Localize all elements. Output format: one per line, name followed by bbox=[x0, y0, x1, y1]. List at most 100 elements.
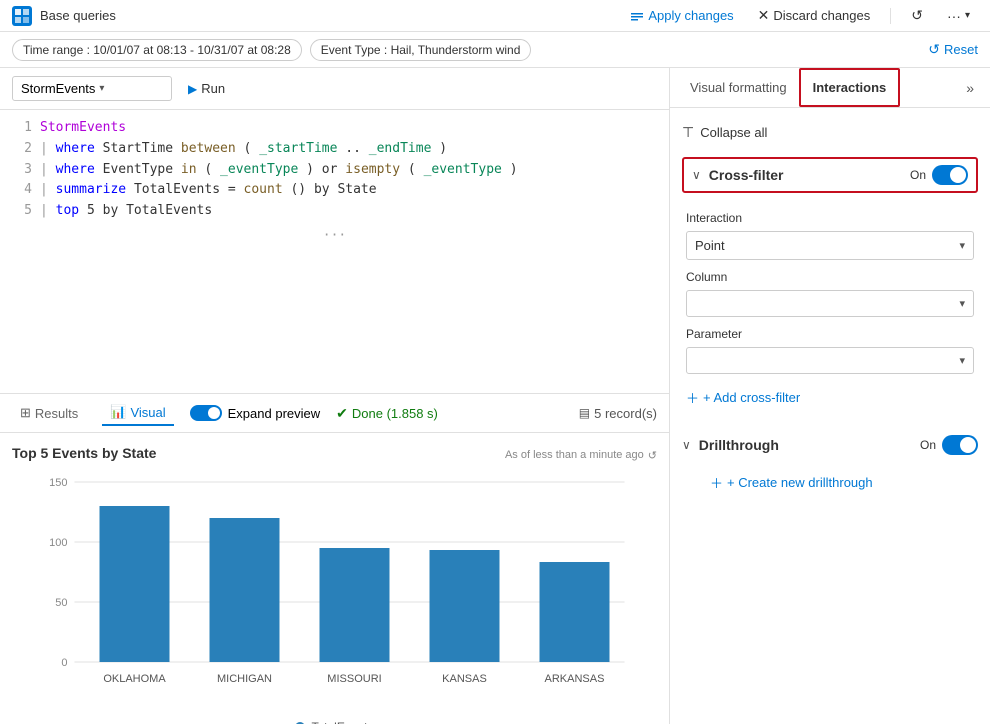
collapse-all-label: Collapse all bbox=[700, 125, 767, 140]
run-label: Run bbox=[201, 81, 225, 96]
undo-button[interactable]: ↺ bbox=[903, 3, 931, 28]
interaction-field-label: Interaction bbox=[686, 211, 974, 225]
chevron-down-icon: ▾ bbox=[959, 239, 965, 252]
reset-label: Reset bbox=[944, 42, 978, 57]
query-header: StormEvents ▾ ▶ Run bbox=[0, 68, 669, 110]
filter-bar: Time range : 10/01/07 at 08:13 - 10/31/0… bbox=[0, 32, 990, 68]
left-panel: StormEvents ▾ ▶ Run 1 StormEvents 2 | wh… bbox=[0, 68, 670, 724]
code-line-5: 5 | top 5 by TotalEvents bbox=[12, 201, 657, 222]
results-tab-label: Results bbox=[35, 406, 78, 421]
reset-icon: ↺ bbox=[928, 41, 940, 58]
cross-filter-header: ∨ Cross-filter On bbox=[682, 157, 978, 193]
code-ellipsis: ··· bbox=[12, 222, 657, 251]
parameter-field-label: Parameter bbox=[686, 327, 974, 341]
interaction-value: Point bbox=[695, 238, 959, 253]
expand-preview-label: Expand preview bbox=[228, 406, 321, 421]
more-tabs-button[interactable]: » bbox=[958, 72, 982, 104]
app-title: Base queries bbox=[40, 8, 614, 23]
cross-filter-section: ∨ Cross-filter On Interaction Point ▾ Co… bbox=[682, 157, 978, 419]
svg-text:KANSAS: KANSAS bbox=[442, 673, 487, 685]
records-icon: ▤ bbox=[579, 406, 590, 420]
svg-text:ARKANSAS: ARKANSAS bbox=[545, 673, 605, 685]
cross-filter-title: Cross-filter bbox=[709, 167, 902, 183]
plus-icon: ＋ bbox=[710, 473, 723, 492]
interaction-dropdown[interactable]: Point ▾ bbox=[686, 231, 974, 260]
chevron-down-icon: ▾ bbox=[99, 83, 104, 94]
bar-michigan[interactable] bbox=[210, 518, 280, 662]
column-field-label: Column bbox=[686, 270, 974, 284]
drillthrough-section: ∨ Drillthrough On ＋ + Create new drillth… bbox=[682, 435, 978, 500]
visual-formatting-tab[interactable]: Visual formatting bbox=[678, 70, 799, 105]
svg-text:MICHIGAN: MICHIGAN bbox=[217, 673, 272, 685]
drillthrough-toggle[interactable] bbox=[942, 435, 978, 455]
more-button[interactable]: ··· ▾ bbox=[939, 4, 978, 28]
chevron-down-icon: ▾ bbox=[965, 10, 970, 21]
drillthrough-toggle-container: On bbox=[920, 435, 978, 455]
add-cross-filter-button[interactable]: ＋ + Add cross-filter bbox=[686, 384, 800, 411]
refresh-icon[interactable]: ↺ bbox=[648, 449, 657, 462]
event-type-filter[interactable]: Event Type : Hail, Thunderstorm wind bbox=[310, 39, 532, 61]
done-status: ✔ Done (1.858 s) bbox=[336, 405, 438, 422]
chart-title: Top 5 Events by State bbox=[12, 445, 156, 461]
legend-label: TotalEvents bbox=[311, 720, 373, 724]
cross-filter-collapse-button[interactable]: ∨ bbox=[692, 168, 701, 182]
chart-container: 150 100 50 0 OKLAHOMA MICHIGAN bbox=[12, 472, 657, 712]
svg-text:OKLAHOMA: OKLAHOMA bbox=[103, 673, 166, 685]
svg-text:100: 100 bbox=[49, 537, 67, 549]
drillthrough-content: ＋ + Create new drillthrough bbox=[682, 465, 978, 500]
drillthrough-title: Drillthrough bbox=[699, 437, 912, 453]
play-icon: ▶ bbox=[188, 82, 197, 96]
drillthrough-on-label: On bbox=[920, 438, 936, 452]
chevron-down-icon: ▾ bbox=[959, 297, 965, 310]
done-label: Done (1.858 s) bbox=[352, 406, 438, 421]
subtitle-text: As of less than a minute ago bbox=[505, 449, 644, 461]
collapse-all-button[interactable]: ⊤ Collapse all bbox=[682, 120, 767, 145]
query-selector[interactable]: StormEvents ▾ bbox=[12, 76, 172, 101]
cross-filter-on-label: On bbox=[910, 168, 926, 182]
records-status: ▤ 5 record(s) bbox=[579, 406, 657, 421]
bar-arkansas[interactable] bbox=[540, 562, 610, 662]
expand-preview-toggle[interactable]: Expand preview bbox=[190, 405, 321, 421]
code-line-3: 3 | where EventType in ( _eventType ) or… bbox=[12, 160, 657, 181]
parameter-dropdown[interactable]: ▾ bbox=[686, 347, 974, 374]
code-line-1: 1 StormEvents bbox=[12, 118, 657, 139]
close-icon: ✕ bbox=[758, 7, 770, 24]
apply-changes-button[interactable]: Apply changes bbox=[622, 4, 741, 27]
bar-oklahoma[interactable] bbox=[100, 506, 170, 662]
create-drillthrough-button[interactable]: ＋ + Create new drillthrough bbox=[710, 469, 873, 496]
results-tab[interactable]: ⊞ Results bbox=[12, 401, 86, 425]
table-icon: ⊞ bbox=[20, 405, 31, 421]
reset-button[interactable]: ↺ Reset bbox=[928, 41, 978, 58]
chart-icon: 📊 bbox=[110, 404, 126, 420]
cross-filter-toggle[interactable] bbox=[932, 165, 968, 185]
bar-missouri[interactable] bbox=[320, 548, 390, 662]
chevron-down-icon: ▾ bbox=[959, 354, 965, 367]
more-icon: ··· bbox=[947, 8, 961, 24]
run-button[interactable]: ▶ Run bbox=[180, 77, 233, 100]
interactions-tab[interactable]: Interactions bbox=[799, 68, 901, 107]
right-panel: Visual formatting Interactions » ⊤ Colla… bbox=[670, 68, 990, 724]
interactions-label: Interactions bbox=[813, 80, 887, 95]
drillthrough-collapse-button[interactable]: ∨ bbox=[682, 438, 691, 452]
app-icon bbox=[12, 6, 32, 26]
results-bar: ⊞ Results 📊 Visual Expand preview ✔ Done… bbox=[0, 393, 669, 433]
column-dropdown[interactable]: ▾ bbox=[686, 290, 974, 317]
discard-changes-button[interactable]: ✕ Discard changes bbox=[750, 3, 879, 28]
right-tabs: Visual formatting Interactions » bbox=[670, 68, 990, 108]
apply-changes-label: Apply changes bbox=[648, 8, 733, 23]
code-editor[interactable]: 1 StormEvents 2 | where StartTime betwee… bbox=[0, 110, 669, 393]
query-selector-label: StormEvents bbox=[21, 81, 95, 96]
collapse-icon: ⊤ bbox=[682, 124, 694, 141]
visual-tab[interactable]: 📊 Visual bbox=[102, 400, 173, 426]
visual-formatting-label: Visual formatting bbox=[690, 80, 787, 95]
discard-changes-label: Discard changes bbox=[773, 8, 870, 23]
toggle-switch-control[interactable] bbox=[190, 405, 222, 421]
bar-kansas[interactable] bbox=[430, 550, 500, 662]
chevron-right-icon: » bbox=[966, 80, 974, 96]
plus-icon: ＋ bbox=[686, 388, 699, 407]
time-range-filter[interactable]: Time range : 10/01/07 at 08:13 - 10/31/0… bbox=[12, 39, 302, 61]
top-toolbar: Base queries Apply changes ✕ Discard cha… bbox=[0, 0, 990, 32]
chart-area: Top 5 Events by State As of less than a … bbox=[0, 433, 669, 724]
cross-filter-toggle-container: On bbox=[910, 165, 968, 185]
cross-filter-content: Interaction Point ▾ Column ▾ Parameter ▾ bbox=[682, 203, 978, 419]
